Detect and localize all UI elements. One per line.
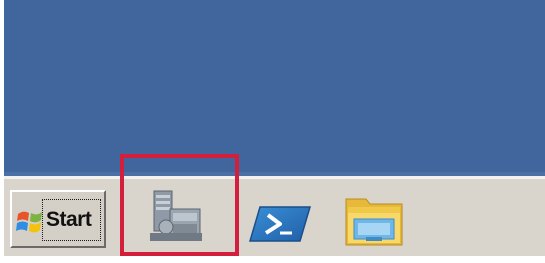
powershell-icon[interactable] (248, 203, 312, 245)
windows-logo-icon (16, 211, 42, 233)
taskbar: Start (4, 176, 545, 256)
start-button[interactable]: Start (10, 190, 106, 248)
file-explorer-icon[interactable] (340, 193, 410, 251)
focus-rectangle (42, 199, 101, 241)
desktop-background (4, 0, 545, 176)
highlight-box (120, 154, 239, 256)
